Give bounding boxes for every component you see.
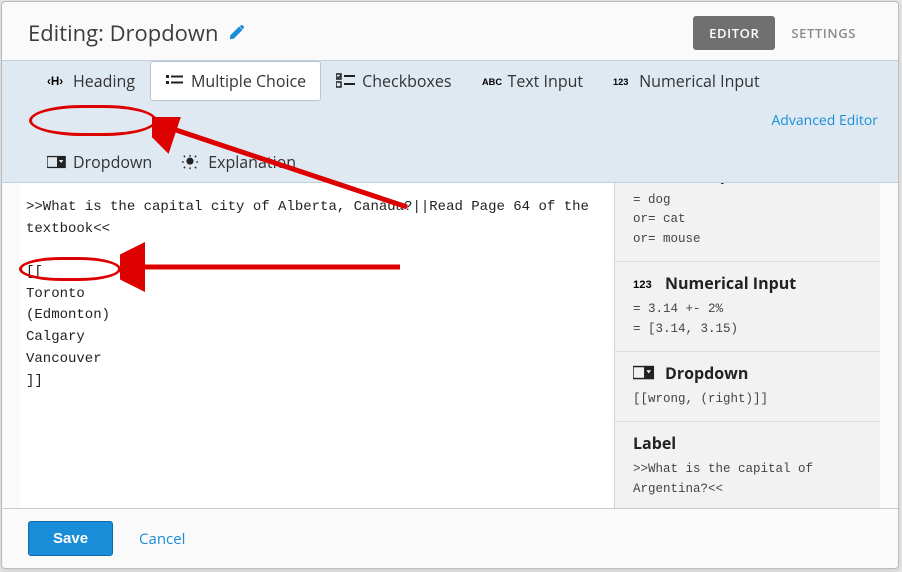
comp-checkboxes[interactable]: Checkboxes: [321, 61, 466, 101]
help-label-title: Label: [633, 432, 676, 454]
lightbulb-icon: [182, 154, 202, 170]
svg-text:123: 123: [633, 279, 652, 291]
svg-text:‹H›: ‹H›: [47, 75, 63, 88]
source-editor[interactable]: >>What is the capital city of Alberta, C…: [20, 183, 614, 508]
help-num-title: Numerical Input: [665, 272, 796, 294]
help-label-body: >>What is the capital of Argentina?<<: [633, 460, 866, 499]
help-num-body: = 3.14 +- 2% = [3.14, 3.15): [633, 300, 866, 339]
comp-dropdown-label: Dropdown: [73, 151, 152, 173]
body: >>What is the capital city of Alberta, C…: [20, 183, 880, 508]
comp-heading[interactable]: ‹H› Heading: [32, 61, 150, 101]
component-toolbar: ‹H› Heading Multiple Choice Checkboxes A…: [2, 60, 898, 183]
comp-explanation[interactable]: Explanation: [167, 142, 311, 182]
save-button[interactable]: Save: [28, 521, 113, 556]
help-dropdown: Dropdown [[wrong, (right)]]: [615, 352, 880, 422]
page-title: Editing: Dropdown: [28, 18, 218, 48]
help-label: Label >>What is the capital of Argentina…: [615, 422, 880, 508]
list-icon: [165, 73, 185, 89]
comp-heading-label: Heading: [73, 70, 135, 92]
comp-text-label: Text Input: [508, 70, 584, 92]
comp-mc-label: Multiple Choice: [191, 70, 306, 92]
comp-dropdown[interactable]: Dropdown: [32, 142, 167, 182]
heading-icon: ‹H›: [47, 73, 67, 89]
header: Editing: Dropdown EDITOR SETTINGS: [2, 2, 898, 60]
dropdown-icon: [47, 154, 67, 170]
help-text-title: Text Input: [665, 183, 747, 185]
comp-num-label: Numerical Input: [639, 70, 760, 92]
help-text-body: = dog or= cat or= mouse: [633, 191, 866, 249]
dropdown-icon: [633, 364, 657, 382]
editor-window: Editing: Dropdown EDITOR SETTINGS ‹H› He…: [1, 1, 899, 569]
help-panel[interactable]: ABC Text Input = dog or= cat or= mouse 1…: [614, 183, 880, 508]
help-dd-title: Dropdown: [665, 362, 748, 384]
help-numerical: 123 Numerical Input = 3.14 +- 2% = [3.14…: [615, 262, 880, 352]
tab-editor[interactable]: EDITOR: [693, 16, 775, 50]
comp-multiple-choice[interactable]: Multiple Choice: [150, 61, 321, 101]
comp-text-input[interactable]: ABC Text Input: [467, 61, 599, 101]
footer: Save Cancel: [2, 508, 898, 568]
abc-icon: ABC: [482, 73, 502, 89]
checkbox-icon: [336, 73, 356, 89]
svg-text:ABC: ABC: [482, 77, 502, 87]
title-wrap: Editing: Dropdown: [28, 18, 244, 48]
comp-numerical-input[interactable]: 123 Numerical Input: [598, 61, 775, 101]
123-icon: 123: [613, 73, 633, 89]
help-text-input: ABC Text Input = dog or= cat or= mouse: [615, 183, 880, 262]
svg-text:123: 123: [613, 77, 628, 87]
123-icon: 123: [633, 274, 657, 292]
cancel-button[interactable]: Cancel: [139, 529, 185, 549]
help-dd-body: [[wrong, (right)]]: [633, 390, 866, 409]
view-switch: EDITOR SETTINGS: [693, 16, 872, 50]
tab-settings[interactable]: SETTINGS: [775, 16, 872, 50]
comp-expl-label: Explanation: [208, 151, 296, 173]
pencil-icon[interactable]: [228, 25, 244, 41]
advanced-editor-link[interactable]: Advanced Editor: [759, 103, 890, 138]
comp-cb-label: Checkboxes: [362, 70, 451, 92]
